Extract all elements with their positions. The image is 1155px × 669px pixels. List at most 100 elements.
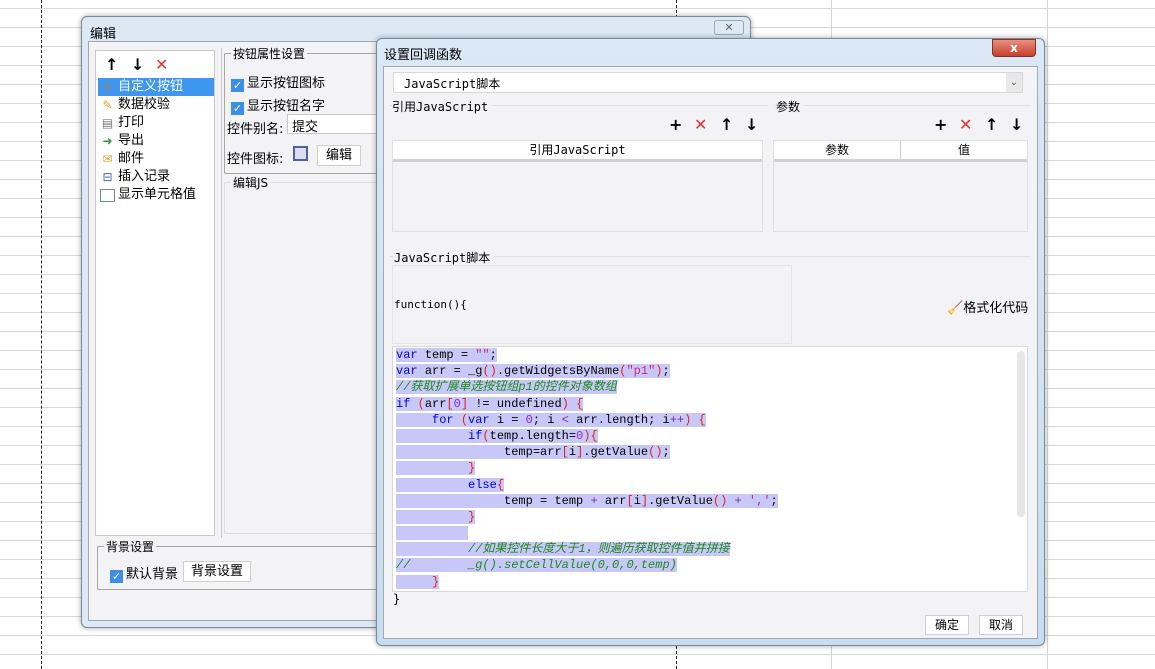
code-line (393, 525, 1016, 541)
show-icon-checkbox[interactable]: ✓ 显示按钮图标 (231, 72, 325, 92)
move-up-icon[interactable]: ↑ (720, 117, 733, 133)
group-legend: 编辑JS (231, 174, 271, 191)
edit-dialog-title: 编辑 (90, 27, 117, 42)
checkbox-checked-icon: ✓ (231, 102, 244, 115)
ok-button[interactable]: 确定 (925, 615, 969, 635)
table-header-value[interactable]: 值 (901, 141, 1027, 159)
list-item-label: 打印 (118, 115, 145, 130)
icon-label: 控件图标: (227, 152, 284, 167)
event-list-panel: ↑ ↓ ✕ ⚙ 自定义按钮 ✎ 数据校验 ▤ 打印 ➜ 导出 ✉ 邮件 ⊟ 插入记录 显示单… (95, 50, 215, 536)
list-item-show-cell-value[interactable]: 显示单元格值 (98, 186, 214, 204)
code-editor[interactable]: var temp = ""; var arr = _g().getWidgetsB… (393, 347, 1016, 591)
move-down-icon[interactable]: ↓ (745, 117, 758, 133)
list-item-label: 邮件 (118, 151, 145, 166)
function-header: function(){ (394, 298, 467, 311)
list-item-label: 显示单元格值 (118, 187, 197, 202)
broom-icon: 🧹 (947, 301, 964, 316)
bg-settings-button[interactable]: 背景设置 (183, 561, 251, 582)
script-section-label: JavaScript脚本 (394, 249, 495, 266)
checkbox-label: 显示按钮图标 (247, 76, 326, 91)
move-down-icon[interactable]: ↓ (131, 57, 144, 73)
group-legend: 按钮属性设置 (231, 45, 308, 62)
format-code-button[interactable]: 🧹格式化代码 (947, 297, 1028, 316)
script-type-select[interactable]: JavaScript脚本 ⌄ (393, 72, 1023, 93)
alias-input[interactable]: 提交 (287, 114, 387, 135)
list-item-custom-button[interactable]: ⚙ 自定义按钮 (98, 78, 214, 96)
code-line: } else { (393, 590, 1016, 591)
divider (221, 48, 222, 538)
checkbox-checked-icon: ✓ (231, 79, 244, 92)
add-icon[interactable]: + (934, 117, 947, 133)
page-break-line (41, 0, 42, 669)
code-line: if(temp.length=0){ (393, 428, 1016, 444)
code-line: else{ (393, 477, 1016, 493)
function-header-box: function(){ (392, 265, 792, 344)
code-line: temp=arr[i].getValue(); (393, 444, 1016, 460)
button-props-group: 按钮属性设置 ✓ 显示按钮图标 ✓ 显示按钮名字 控件别名: 提交 控件图标: 编辑 (224, 45, 387, 174)
code-line: for (var i = 0; i < arr.length; i++) { (393, 412, 1016, 428)
table-header[interactable]: 引用JavaScript (393, 141, 762, 162)
list-item-data-validation[interactable]: ✎ 数据校验 (98, 96, 214, 114)
function-footer: } (393, 592, 401, 606)
pencil-icon: ✎ (102, 98, 113, 112)
code-line: //如果控件长度大于1，则遍历获取控件值并拼接 (393, 541, 1016, 557)
printer-icon: ▤ (101, 116, 114, 130)
list-item-print[interactable]: ▤ 打印 (98, 114, 214, 132)
move-up-icon[interactable]: ↑ (985, 117, 998, 133)
default-bg-checkbox[interactable]: ✓ 默认背景 (110, 563, 178, 583)
code-line: } (393, 574, 1016, 590)
gear-icon: ⚙ (102, 80, 113, 94)
code-line: // _g().setCellValue(0,0,0,temp) (396, 558, 677, 573)
save-icon[interactable] (293, 146, 308, 161)
add-icon[interactable]: + (669, 117, 682, 133)
delete-icon[interactable]: ✕ (155, 57, 168, 73)
column-line (1047, 0, 1048, 669)
code-line: if (arr[0] != undefined) { (396, 396, 584, 411)
divider (775, 105, 1031, 106)
move-up-icon[interactable]: ↑ (105, 57, 118, 73)
code-line: var temp = ""; (396, 348, 497, 362)
code-line: temp = temp + arr[i].getValue() + ','; (393, 493, 1016, 509)
list-item-label: 插入记录 (118, 169, 171, 184)
background-group: 背景设置 ✓ 默认背景 背景设置 (97, 538, 397, 590)
close-button[interactable]: ✕ (714, 20, 744, 35)
format-code-label: 格式化代码 (963, 301, 1029, 316)
code-line: } (393, 460, 1016, 476)
list-item-label: 自定义按钮 (118, 79, 184, 94)
mail-icon: ✉ (102, 152, 113, 166)
select-value: JavaScript脚本 (404, 77, 501, 91)
params-section-label: 参数 (776, 98, 805, 115)
cancel-button[interactable]: 取消 (979, 615, 1023, 635)
cell-icon (100, 189, 115, 202)
code-line: } (393, 509, 1016, 525)
close-button[interactable]: x (992, 39, 1036, 57)
list-item-label: 数据校验 (118, 97, 171, 112)
code-line: var arr = _g().getWidgetsByName("p1"); (396, 364, 670, 379)
alias-value: 提交 (292, 120, 319, 135)
checkbox-checked-icon: ✓ (110, 570, 123, 583)
move-down-icon[interactable]: ↓ (1010, 117, 1023, 133)
export-icon: ➜ (102, 134, 113, 148)
alias-label: 控件别名: (227, 122, 284, 137)
list-item-label: 导出 (118, 133, 145, 148)
group-legend: 背景设置 (104, 538, 157, 555)
edit-icon-button[interactable]: 编辑 (317, 145, 361, 166)
list-item-export[interactable]: ➜ 导出 (98, 132, 214, 150)
delete-icon[interactable]: ✕ (694, 117, 707, 133)
params-table: 参数 值 (773, 140, 1028, 232)
edit-js-group: 编辑JS (224, 174, 384, 534)
checkbox-label: 显示按钮名字 (247, 99, 326, 114)
code-line: //获取扩展单选按钮组p1的控件对象数组 (396, 380, 617, 395)
scrollbar-thumb[interactable] (1017, 351, 1025, 517)
show-name-checkbox[interactable]: ✓ 显示按钮名字 (231, 95, 325, 115)
list-item-insert-record[interactable]: ⊟ 插入记录 (98, 168, 214, 186)
table-header-param[interactable]: 参数 (774, 141, 901, 159)
list-item-mail[interactable]: ✉ 邮件 (98, 150, 214, 168)
callback-dialog-title: 设置回调函数 (384, 48, 463, 63)
checkbox-label: 默认背景 (126, 567, 179, 582)
chevron-down-icon[interactable]: ⌄ (1006, 73, 1022, 92)
insert-record-icon: ⊟ (102, 170, 113, 184)
ref-js-section-label: 引用JavaScript (392, 98, 493, 115)
delete-icon[interactable]: ✕ (959, 117, 972, 133)
ref-js-table: 引用JavaScript (392, 140, 763, 232)
